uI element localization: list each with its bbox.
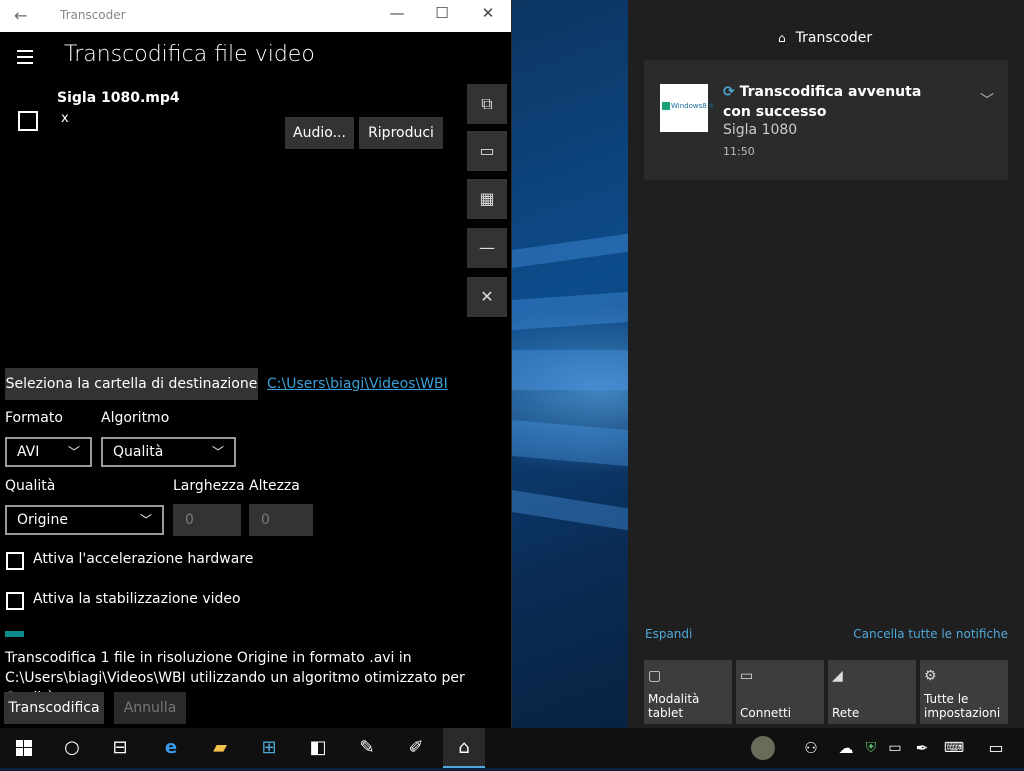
chevron-down-icon: ﹀ [67, 445, 80, 459]
height-input[interactable]: 0 [249, 504, 313, 536]
algorithm-select[interactable]: Qualità ﹀ [101, 437, 236, 467]
transcode-button[interactable]: Transcodifica [4, 692, 104, 724]
windows-logo-icon [16, 740, 32, 756]
notification-title-text: Transcodifica avvenuta con successo [723, 84, 922, 120]
app-window: ← Transcoder — ☐ ✕ Transcodifica file vi… [0, 0, 512, 728]
security-icon[interactable]: ⛨ [860, 728, 882, 768]
thumbnail-text: Windows8.it [671, 102, 714, 110]
stabilization-checkbox[interactable] [6, 592, 24, 610]
destination-path-link[interactable]: C:\Users\biagi\Videos\WBI [267, 376, 448, 392]
maximize-button[interactable]: ☐ [419, 4, 465, 28]
quick-action-connect[interactable]: ▭ Connetti [736, 660, 824, 724]
network-tray-icon[interactable]: ▭ [884, 728, 906, 768]
sketch-icon[interactable]: ✐ [392, 728, 440, 768]
width-input[interactable]: 0 [173, 504, 241, 536]
quick-action-settings[interactable]: ⚙ Tutte le impostazioni [920, 660, 1008, 724]
notification-time: 11:50 [723, 145, 755, 158]
algorithm-label: Algoritmo [101, 410, 170, 426]
transcode-icon: ⟳ [723, 84, 740, 100]
quick-action-label: Modalità tablet [648, 692, 700, 720]
wallpaper-beam [512, 490, 642, 533]
user-photo [751, 736, 775, 760]
avatar[interactable] [748, 728, 778, 768]
format-label: Formato [5, 410, 63, 426]
quick-action-tablet[interactable]: ▢ Modalità tablet [644, 660, 732, 724]
wallpaper-beam [512, 350, 642, 390]
copy-icon[interactable]: ⧉ [467, 84, 507, 124]
edge-icon[interactable]: e [147, 728, 195, 768]
quick-action-label: Rete [832, 706, 860, 720]
clear-all-link[interactable]: Cancella tutte le notifiche [853, 627, 1008, 641]
algorithm-value: Qualità [113, 444, 164, 460]
quick-action-network[interactable]: ◢ Rete [828, 660, 916, 724]
cancel-button[interactable]: Annulla [114, 692, 186, 724]
action-center-icon[interactable]: ▭ [976, 728, 1016, 768]
notification-card[interactable]: Windows8.it ⟳ Transcodifica avvenuta con… [644, 60, 1008, 180]
hamburger-menu-icon[interactable] [17, 50, 33, 68]
file-detail: x [61, 111, 69, 126]
checked-checkbox-partial[interactable] [5, 631, 24, 637]
wallpaper-beam [512, 420, 642, 468]
file-explorer-icon[interactable]: ▰ [196, 728, 244, 768]
people-icon[interactable]: ⚇ [796, 728, 826, 768]
onedrive-icon[interactable]: ☁ [834, 728, 858, 768]
taskbar: ○ ⊟ e ▰ ⊞ ◧ ✎ ✐ ⌂ ⚇ ☁ ⛨ ▭ ✒ ⌨ ▭ [0, 728, 1024, 768]
grid-icon[interactable]: ▦ [467, 179, 507, 219]
gear-icon: ⚙ [924, 668, 937, 684]
start-button[interactable] [0, 728, 48, 768]
quality-label: Qualità [5, 478, 56, 494]
transcoder-taskbar-icon[interactable]: ⌂ [443, 728, 485, 768]
height-label: Altezza [249, 478, 300, 494]
pinned-app-icon[interactable]: ◧ [294, 728, 342, 768]
tablet-icon: ▢ [648, 668, 662, 684]
folder-icon[interactable]: ▭ [467, 131, 507, 171]
format-select[interactable]: AVI ﹀ [5, 437, 92, 467]
window-title: Transcoder [60, 8, 126, 22]
width-label: Larghezza [173, 478, 245, 494]
hw-accel-checkbox[interactable] [6, 552, 24, 570]
chevron-down-icon[interactable]: ﹀ [980, 90, 994, 110]
play-button[interactable]: Riproduci [359, 117, 443, 149]
stabilization-label: Attiva la stabilizzazione video [33, 591, 241, 607]
notification-title: ⟳ Transcodifica avvenuta con successo [723, 82, 953, 122]
page-title: Transcodifica file video [64, 42, 315, 67]
pen-icon[interactable]: ✒ [910, 728, 934, 768]
wallpaper-beam [512, 290, 642, 330]
back-arrow-icon[interactable]: ← [14, 6, 27, 25]
whiteboard-icon[interactable]: ✎ [343, 728, 391, 768]
quick-action-label: Connetti [740, 706, 792, 720]
wallpaper-beam [512, 231, 642, 268]
hw-accel-label: Attiva l'accelerazione hardware [33, 551, 254, 567]
quality-value: Origine [17, 512, 68, 528]
minimize-button[interactable]: — [374, 4, 420, 28]
logo-square-icon [662, 102, 670, 110]
task-view-icon[interactable]: ⊟ [96, 728, 144, 768]
chevron-down-icon: ﹀ [211, 445, 224, 459]
title-bar: ← Transcoder — ☐ ✕ [0, 0, 511, 32]
file-checkbox[interactable] [18, 111, 38, 131]
cortana-icon[interactable]: ○ [48, 728, 96, 768]
quality-select[interactable]: Origine ﹀ [5, 505, 164, 535]
format-value: AVI [17, 444, 40, 460]
notification-thumbnail: Windows8.it [660, 84, 714, 132]
notification-group-header: ⌂ Transcoder [778, 30, 872, 46]
minus-icon[interactable]: — [467, 228, 507, 268]
close-button[interactable]: ✕ [465, 4, 511, 28]
notification-app-name: Transcoder [795, 30, 873, 46]
action-center: ⌂ Transcoder Windows8.it ⟳ Transcodifica … [628, 0, 1024, 728]
remove-icon[interactable]: ✕ [467, 277, 507, 317]
chevron-down-icon: ﹀ [139, 513, 152, 527]
expand-link[interactable]: Espandi [645, 627, 692, 641]
connect-icon: ▭ [740, 668, 754, 684]
file-name: Sigla 1080.mp4 [57, 90, 180, 106]
transcoder-app-icon: ⌂ [778, 31, 786, 45]
select-destination-button[interactable]: Seleziona la cartella di destinazione [5, 368, 258, 400]
audio-button[interactable]: Audio... [285, 117, 354, 149]
notification-subtitle: Sigla 1080 [723, 122, 798, 138]
keyboard-icon[interactable]: ⌨ [940, 728, 968, 768]
network-icon: ◢ [832, 668, 843, 684]
quick-action-label: Tutte le impostazioni [924, 692, 1001, 720]
store-icon[interactable]: ⊞ [245, 728, 293, 768]
